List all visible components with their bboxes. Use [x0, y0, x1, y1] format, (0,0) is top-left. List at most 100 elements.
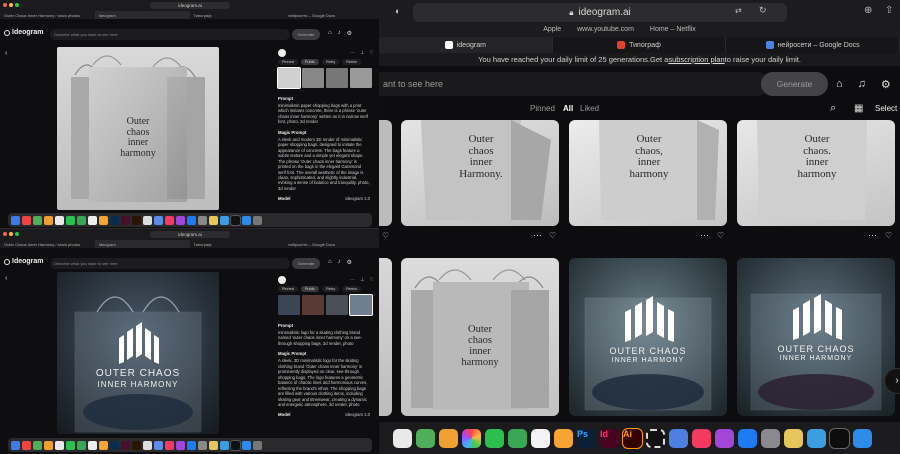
more-icon[interactable]: ⋯	[868, 230, 877, 241]
drive-icon[interactable]	[88, 440, 97, 450]
grid-image[interactable]	[379, 120, 392, 226]
filter-pinned[interactable]: Pinned	[530, 104, 555, 113]
heart-icon[interactable]: ♡	[885, 231, 892, 240]
filter-liked[interactable]: Liked	[580, 104, 599, 113]
photos-icon[interactable]	[462, 428, 481, 448]
messages-icon[interactable]	[66, 215, 75, 225]
left-top-tab-1[interactable]: Ideogram	[94, 11, 190, 19]
facetime-icon[interactable]	[508, 428, 527, 448]
illustrator-icon[interactable]: Ai	[622, 427, 643, 449]
app-store-icon[interactable]	[187, 440, 196, 450]
thumbnail[interactable]	[302, 68, 324, 88]
reload-icon[interactable]: ↻	[759, 5, 767, 16]
trash-icon[interactable]	[253, 440, 262, 450]
share-icon[interactable]: ⇧	[885, 5, 893, 16]
more-icon[interactable]: ⋯	[700, 230, 709, 241]
left-top-logo[interactable]: Ideogram	[4, 29, 44, 36]
calendar-icon[interactable]	[393, 428, 412, 448]
left-bottom-tab-0[interactable]: Outer Chaos Inner Harmony / stock photos	[0, 240, 95, 248]
grid-image[interactable]	[379, 258, 392, 416]
photos-icon[interactable]	[55, 215, 64, 225]
tab-pinned[interactable]: Pinned	[278, 59, 298, 65]
messages-icon[interactable]	[66, 440, 75, 450]
indesign-icon[interactable]	[121, 215, 130, 225]
maps-icon[interactable]	[416, 428, 435, 448]
left-top-generate-button[interactable]: Generate	[292, 29, 320, 40]
maps-icon[interactable]	[33, 215, 42, 225]
favorite-netflix[interactable]: Home – Netflix	[650, 26, 696, 33]
bell-icon[interactable]: ♫	[858, 78, 866, 91]
left-bottom-generated-image[interactable]: OUTER CHAOS INNER HARMONY	[57, 272, 219, 434]
left-top-search-input[interactable]: Describe what you want to see here	[50, 29, 290, 40]
facetime-icon[interactable]	[77, 440, 86, 450]
podcasts-icon[interactable]	[176, 215, 185, 225]
left-bottom-logo[interactable]: Ideogram	[4, 258, 44, 265]
generate-button[interactable]: Generate	[761, 72, 828, 96]
heart-icon[interactable]: ♡	[370, 50, 374, 56]
thumbnail[interactable]	[302, 295, 324, 315]
safari-icon[interactable]	[242, 215, 251, 225]
grid-image[interactable]: Outer chaos. inner harmony	[737, 120, 895, 226]
thumbnail[interactable]	[349, 294, 373, 316]
app-store-icon[interactable]	[738, 428, 757, 448]
system-settings-icon[interactable]	[761, 428, 780, 448]
left-bottom-url[interactable]: ideogram.ai	[150, 231, 230, 238]
settings-app-icon[interactable]	[198, 215, 207, 225]
tab-remix[interactable]: Remix	[342, 286, 362, 292]
tab-pinned[interactable]: Pinned	[278, 286, 298, 292]
pin-icon[interactable]: ⊥	[360, 277, 364, 283]
more-icon[interactable]: ⋯	[350, 277, 355, 283]
settings-icon[interactable]: ⚙	[347, 30, 352, 37]
app-icon[interactable]	[669, 428, 688, 448]
app-icon[interactable]	[209, 215, 218, 225]
left-bottom-search-input[interactable]: Describe what you want to see here	[50, 258, 290, 269]
tab-google-docs[interactable]: нейросети – Google Docs	[726, 37, 900, 53]
tab-retry[interactable]: Retry	[322, 59, 340, 65]
photoshop-icon[interactable]	[110, 440, 119, 450]
illustrator-icon[interactable]	[132, 440, 141, 450]
back-arrow-icon[interactable]: ‹	[5, 50, 13, 58]
heart-icon[interactable]: ♡	[370, 277, 374, 283]
left-top-url[interactable]: ideogram.ai	[150, 2, 230, 9]
finder-icon[interactable]	[11, 440, 20, 450]
notes-icon[interactable]	[99, 215, 108, 225]
grid-image[interactable]: OUTER CHAOS INNER HARMONY	[737, 258, 895, 416]
books-icon[interactable]	[439, 428, 458, 448]
maps-icon[interactable]	[33, 440, 42, 450]
preview-icon[interactable]	[220, 440, 229, 450]
app-icon[interactable]	[143, 440, 152, 450]
grid-image[interactable]: Outer chaos inner Harmony.	[401, 120, 559, 226]
settings-icon[interactable]: ⚙	[347, 259, 352, 266]
avatar[interactable]	[278, 276, 286, 284]
terminal-icon[interactable]	[829, 427, 850, 449]
heart-icon[interactable]: ♡	[717, 231, 724, 240]
books-icon[interactable]	[44, 215, 53, 225]
illustrator-icon[interactable]	[132, 215, 141, 225]
heart-icon[interactable]: ♡	[549, 231, 556, 240]
thumbnail[interactable]	[326, 68, 348, 88]
bell-icon[interactable]: ♪	[338, 259, 341, 266]
back-arrow-icon[interactable]: ‹	[5, 275, 13, 283]
thumbnail[interactable]	[326, 295, 348, 315]
thumbnail[interactable]	[277, 67, 301, 89]
grid-image[interactable]: Outer chaos, inner harmony	[569, 120, 727, 226]
notes-icon[interactable]	[554, 428, 573, 448]
more-icon[interactable]: ⋯	[533, 230, 542, 241]
app-icon[interactable]	[646, 428, 665, 448]
finder-icon[interactable]	[11, 215, 20, 225]
left-top-generated-image[interactable]: Outer chaos inner harmony	[57, 47, 219, 210]
settings-app-icon[interactable]	[198, 440, 207, 450]
photoshop-icon[interactable]	[110, 215, 119, 225]
tab-ideogram[interactable]: ideogram	[379, 37, 553, 53]
shield-icon[interactable]: ◐	[395, 6, 400, 16]
heart-icon[interactable]: ♡	[382, 231, 389, 240]
prompt-input[interactable]: ant to see here	[379, 72, 769, 96]
photoshop-icon[interactable]: Ps	[577, 428, 596, 448]
preview-icon[interactable]	[807, 428, 826, 448]
thumbnail[interactable]	[278, 295, 300, 315]
tab-remix[interactable]: Remix	[342, 59, 362, 65]
select-button[interactable]: Select	[875, 104, 897, 113]
thumbnail[interactable]	[350, 68, 372, 88]
left-bottom-tab-2[interactable]: Типограф	[190, 240, 285, 248]
notes-icon[interactable]	[99, 440, 108, 450]
